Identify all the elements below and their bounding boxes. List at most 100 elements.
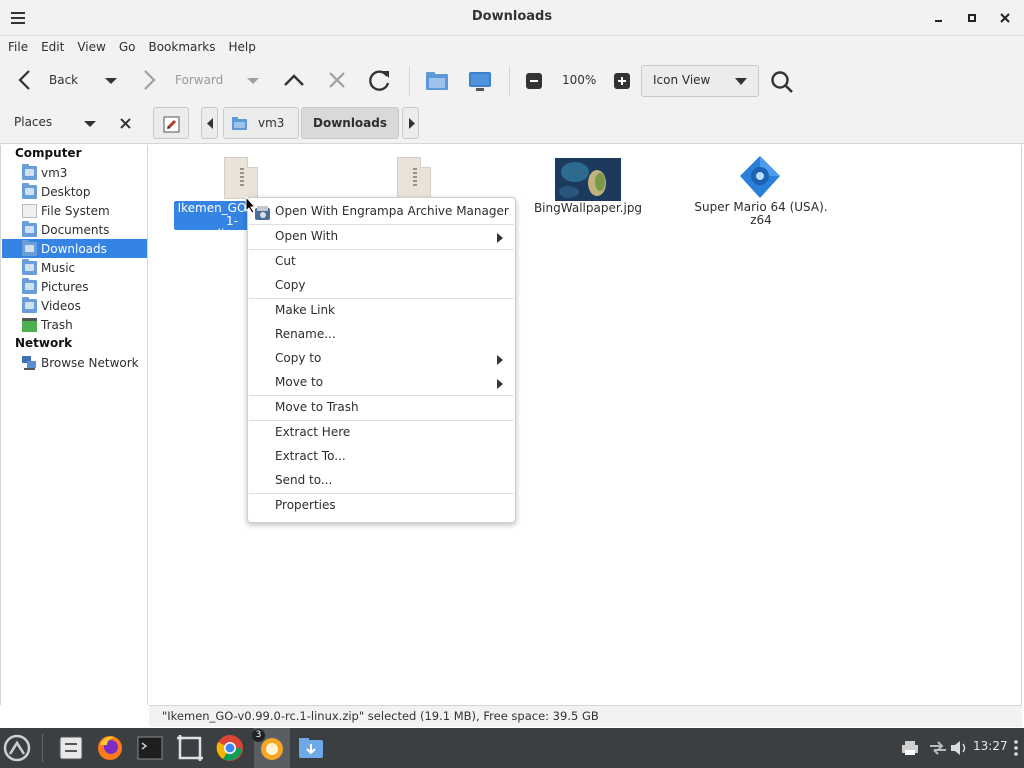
menu-edit[interactable]: Edit	[36, 40, 69, 54]
menu-cut[interactable]: Cut	[275, 254, 296, 268]
menu-copy[interactable]: Copy	[275, 278, 305, 292]
zoom-level: 100%	[562, 73, 597, 87]
sidebar-section-computer: Computer	[15, 146, 82, 160]
location-bar: Places vm3 Downloads	[0, 102, 1024, 144]
sidebar-item-downloads[interactable]: Downloads	[2, 239, 147, 258]
maximize-icon	[968, 14, 976, 22]
sidebar-item-documents[interactable]: Documents	[2, 220, 147, 239]
menu-extract-here[interactable]: Extract Here	[275, 425, 350, 439]
sidebar-item-desktop[interactable]: Desktop	[2, 182, 147, 201]
file-label-selected[interactable]: Ikemen_GO 1-linux	[174, 201, 250, 230]
reload-icon[interactable]	[367, 68, 393, 94]
home-folder-icon	[232, 116, 247, 130]
file-label[interactable]: Super Mario 64 (USA). z64	[690, 201, 832, 227]
sidebar-item-file-system[interactable]: File System	[2, 201, 147, 220]
menu-bar: File Edit View Go Bookmarks Help	[0, 36, 1024, 58]
sidebar-item-videos[interactable]: Videos	[2, 296, 147, 315]
image-thumbnail[interactable]	[555, 158, 621, 201]
printer-icon[interactable]	[901, 740, 919, 756]
volume-icon[interactable]	[950, 740, 968, 756]
home-folder-icon[interactable]	[424, 69, 450, 93]
drive-icon	[22, 203, 37, 218]
screenshot-tool-icon[interactable]	[175, 733, 205, 763]
places-dropdown-icon[interactable]	[83, 119, 97, 129]
submenu-arrow-icon	[497, 233, 503, 243]
sidebar-item-label: vm3	[41, 165, 68, 180]
sidebar-item-pictures[interactable]: Pictures	[2, 277, 147, 296]
maximize-button[interactable]	[962, 8, 982, 28]
menu-go[interactable]: Go	[114, 40, 141, 54]
minimize-icon	[935, 20, 942, 22]
zoom-in-icon[interactable]	[614, 73, 630, 89]
menu-make-link[interactable]: Make Link	[275, 303, 335, 317]
forward-label: Forward	[175, 73, 224, 87]
close-button[interactable]	[995, 8, 1015, 28]
forward-button[interactable]: Forward	[138, 68, 223, 92]
file-label[interactable]: BingWallpaper.jpg	[526, 201, 650, 215]
menu-bookmarks[interactable]: Bookmarks	[143, 40, 220, 54]
crumb-downloads[interactable]: Downloads	[301, 107, 399, 139]
sidebar-item-vm3[interactable]: vm3	[2, 163, 147, 182]
home-folder-icon	[22, 163, 37, 180]
crumb-vm3[interactable]: vm3	[223, 107, 299, 139]
file-label-line2: z64	[750, 213, 772, 227]
minimize-button[interactable]	[929, 8, 949, 28]
clock[interactable]: 13:27	[973, 739, 1008, 753]
menu-view[interactable]: View	[72, 40, 110, 54]
crumb-downloads-label: Downloads	[312, 116, 388, 130]
stop-icon[interactable]	[326, 69, 348, 91]
view-mode-select[interactable]: Icon View	[641, 65, 759, 97]
menu-file[interactable]: File	[3, 40, 33, 54]
computer-icon[interactable]	[467, 69, 493, 93]
network-icon	[22, 355, 37, 370]
forward-history-dropdown-icon[interactable]	[246, 76, 260, 86]
title-bar: Downloads	[0, 0, 1024, 36]
zip-file-icon[interactable]	[224, 157, 258, 199]
zip-file-icon[interactable]	[397, 157, 431, 199]
close-sidebar-icon[interactable]	[120, 118, 131, 129]
edit-location-button[interactable]	[153, 107, 189, 139]
menu-send-to[interactable]: Send to...	[275, 473, 332, 487]
back-history-dropdown-icon[interactable]	[104, 76, 118, 86]
file-manager-icon[interactable]	[56, 733, 86, 763]
menu-extract-to[interactable]: Extract To...	[275, 449, 346, 463]
menu-move-to[interactable]: Move to	[275, 375, 323, 389]
back-label: Back	[49, 73, 79, 87]
videos-folder-icon	[22, 296, 37, 313]
window-title: Downloads	[471, 9, 553, 24]
view-mode-label: Icon View	[653, 73, 711, 87]
search-icon[interactable]	[769, 69, 795, 95]
menu-open-with-engrampa[interactable]: Open With Engrampa Archive Manager	[275, 204, 509, 218]
sidebar-item-trash[interactable]: Trash	[2, 315, 147, 334]
sidebar-item-label: File System	[41, 203, 110, 218]
hamburger-menu-icon[interactable]	[8, 9, 28, 27]
terminal-icon[interactable]	[135, 733, 165, 763]
menu-open-with[interactable]: Open With	[275, 229, 338, 243]
sidebar-item-browse-network[interactable]: Browse Network	[2, 353, 147, 372]
firefox-icon[interactable]	[95, 733, 125, 763]
crumb-scroll-right-button[interactable]	[402, 107, 419, 139]
sidebar-item-label: Trash	[41, 317, 73, 332]
back-button[interactable]: Back	[14, 68, 78, 92]
menu-properties[interactable]: Properties	[275, 498, 336, 512]
sidebar-item-music[interactable]: Music	[2, 258, 147, 277]
menu-help[interactable]: Help	[224, 40, 261, 54]
sidebar-item-label: Downloads	[41, 241, 107, 256]
game-rom-file[interactable]	[736, 154, 784, 202]
menu-move-to-trash[interactable]: Move to Trash	[275, 400, 359, 414]
forward-arrow-icon	[144, 70, 156, 90]
network-disconnected-icon[interactable]	[928, 740, 948, 756]
zoom-out-icon[interactable]	[526, 73, 542, 89]
menu-rename[interactable]: Rename...	[275, 327, 336, 341]
submenu-arrow-icon	[497, 379, 503, 389]
wallpaper-thumbnail-icon	[555, 158, 621, 201]
up-arrow-icon[interactable]	[282, 69, 306, 91]
overflow-menu-icon[interactable]	[1013, 739, 1019, 757]
pencil-icon	[163, 116, 180, 133]
crumb-scroll-left-button[interactable]	[201, 107, 218, 139]
menu-copy-to[interactable]: Copy to	[275, 351, 321, 365]
downloads-folder-icon[interactable]	[296, 733, 326, 763]
submenu-arrow-icon	[497, 355, 503, 365]
app-menu-icon[interactable]	[2, 733, 32, 763]
chrome-icon[interactable]	[215, 733, 245, 763]
